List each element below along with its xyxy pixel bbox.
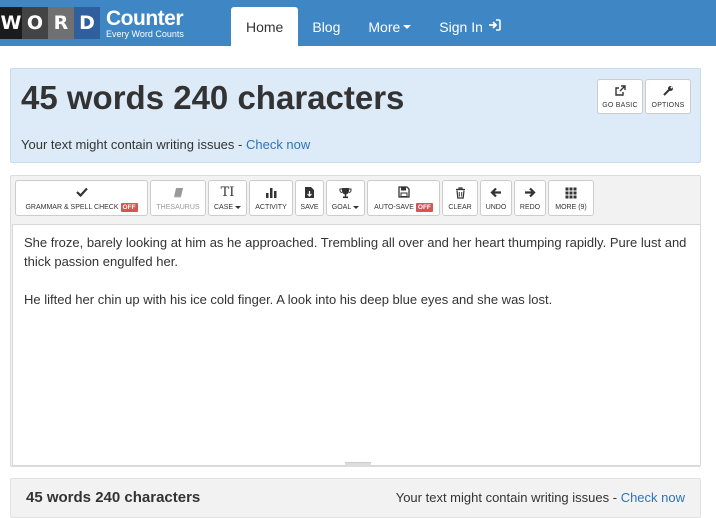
go-basic-label: GO BASIC: [602, 101, 638, 109]
bar-chart-icon: [265, 186, 278, 200]
goal-caret-icon: [353, 205, 360, 209]
writing-issues-text: Your text might contain writing issues -: [21, 137, 246, 152]
nav-more-dropdown[interactable]: More: [354, 7, 425, 46]
editor-toolbar: GRAMMAR & SPELL CHECK OFF THESAURUS TI CA…: [15, 180, 596, 217]
options-label: OPTIONS: [651, 101, 685, 109]
case-label: CASE: [213, 203, 242, 211]
grammar-label-text: GRAMMAR & SPELL CHECK: [25, 203, 119, 211]
more-tools-button[interactable]: MORE (9): [548, 180, 594, 216]
goal-label-text: GOAL: [331, 203, 352, 211]
go-basic-button[interactable]: GO BASIC: [597, 79, 643, 114]
grammar-off-badge: OFF: [120, 202, 138, 212]
editor-paragraph: He lifted her chin up with his ice cold …: [24, 292, 553, 307]
counter-header-panel: 45 words 240 characters Your text might …: [10, 68, 701, 163]
clear-label: CLEAR: [448, 203, 472, 211]
logo-tiles: W O R D: [0, 7, 100, 39]
auto-save-label: AUTO-SAVE OFF: [374, 202, 433, 212]
nav-home-label: Home: [246, 18, 284, 35]
arrow-right-icon: [524, 186, 536, 200]
activity-label: ACTIVITY: [255, 203, 287, 211]
wrench-icon: [662, 85, 674, 99]
grammar-spell-check-button[interactable]: GRAMMAR & SPELL CHECK OFF: [15, 180, 148, 216]
footer-word-character-count: 45 words 240 characters: [26, 489, 201, 506]
trash-icon: [455, 186, 466, 200]
text-case-icon: TI: [220, 185, 235, 200]
editor-resize-handle[interactable]: [345, 462, 371, 467]
save-label: SAVE: [300, 203, 319, 211]
checkmark-icon: [75, 185, 88, 199]
activity-button[interactable]: ACTIVITY: [249, 180, 293, 216]
case-dropdown-button[interactable]: TI CASE: [208, 180, 247, 216]
auto-save-label-text: AUTO-SAVE: [374, 203, 414, 211]
thesaurus-label: THESAURUS: [156, 203, 200, 211]
logo-main-text: Counter: [106, 6, 183, 30]
trophy-icon: [339, 186, 352, 200]
nav-blog-label: Blog: [312, 18, 341, 35]
logo-letter-o: O: [22, 7, 48, 39]
goal-dropdown-button[interactable]: GOAL: [326, 180, 365, 216]
options-button[interactable]: OPTIONS: [645, 79, 691, 114]
undo-button[interactable]: UNDO: [480, 180, 512, 216]
external-link-icon: [614, 84, 626, 99]
book-icon: [173, 186, 184, 200]
editor-panel: GRAMMAR & SPELL CHECK OFF THESAURUS TI CA…: [10, 175, 701, 467]
footer-writing-issues-text: Your text might contain writing issues -: [395, 490, 621, 505]
writing-issues-notice: Your text might contain writing issues -…: [21, 137, 310, 152]
file-download-icon: [304, 186, 315, 200]
footer-writing-issues-notice: Your text might contain writing issues -…: [396, 490, 685, 505]
redo-label: REDO: [519, 203, 541, 211]
grammar-label: GRAMMAR & SPELL CHECK OFF: [25, 202, 138, 212]
save-button[interactable]: SAVE: [295, 180, 324, 216]
chevron-down-icon: [403, 25, 412, 29]
case-caret-icon: [235, 205, 242, 209]
auto-save-off-badge: OFF: [415, 202, 433, 212]
navbar: W O R D Counter Every Word Counts Home B…: [0, 0, 716, 46]
main-nav: Home Blog More Sign In: [231, 7, 515, 46]
counter-footer-panel: 45 words 240 characters Your text might …: [10, 478, 701, 518]
goal-label: GOAL: [331, 203, 360, 211]
nav-blog[interactable]: Blog: [298, 7, 354, 46]
logo-letter-r: R: [48, 7, 74, 39]
grid-icon: [565, 186, 577, 200]
more-tools-label: MORE (9): [555, 203, 587, 211]
nav-home[interactable]: Home: [231, 7, 299, 46]
word-character-count: 45 words 240 characters: [21, 79, 405, 116]
text-editor[interactable]: She froze, barely looking at him as he a…: [12, 224, 701, 467]
floppy-disk-icon: [397, 185, 410, 199]
logo-tagline: Every Word Counts: [106, 28, 184, 39]
nav-sign-in[interactable]: Sign In: [425, 7, 515, 46]
redo-button[interactable]: REDO: [514, 180, 546, 216]
logo-text: Counter Every Word Counts: [106, 8, 184, 39]
sign-in-icon: [488, 19, 501, 34]
wordcounter-logo[interactable]: W O R D Counter Every Word Counts: [0, 5, 184, 41]
logo-letter-d: D: [74, 7, 100, 39]
case-label-text: CASE: [213, 203, 234, 211]
arrow-left-icon: [490, 186, 502, 200]
editor-paragraph: She froze, barely looking at him as he a…: [24, 235, 687, 269]
clear-button[interactable]: CLEAR: [442, 180, 478, 216]
thesaurus-button[interactable]: THESAURUS: [150, 180, 206, 216]
nav-signin-label: Sign In: [439, 18, 483, 35]
auto-save-button[interactable]: AUTO-SAVE OFF: [367, 180, 440, 216]
footer-check-now-link[interactable]: Check now: [621, 490, 685, 505]
logo-letter-w: W: [0, 7, 22, 39]
check-now-link[interactable]: Check now: [246, 137, 310, 152]
undo-label: UNDO: [485, 203, 507, 211]
nav-more-label: More: [368, 18, 401, 35]
